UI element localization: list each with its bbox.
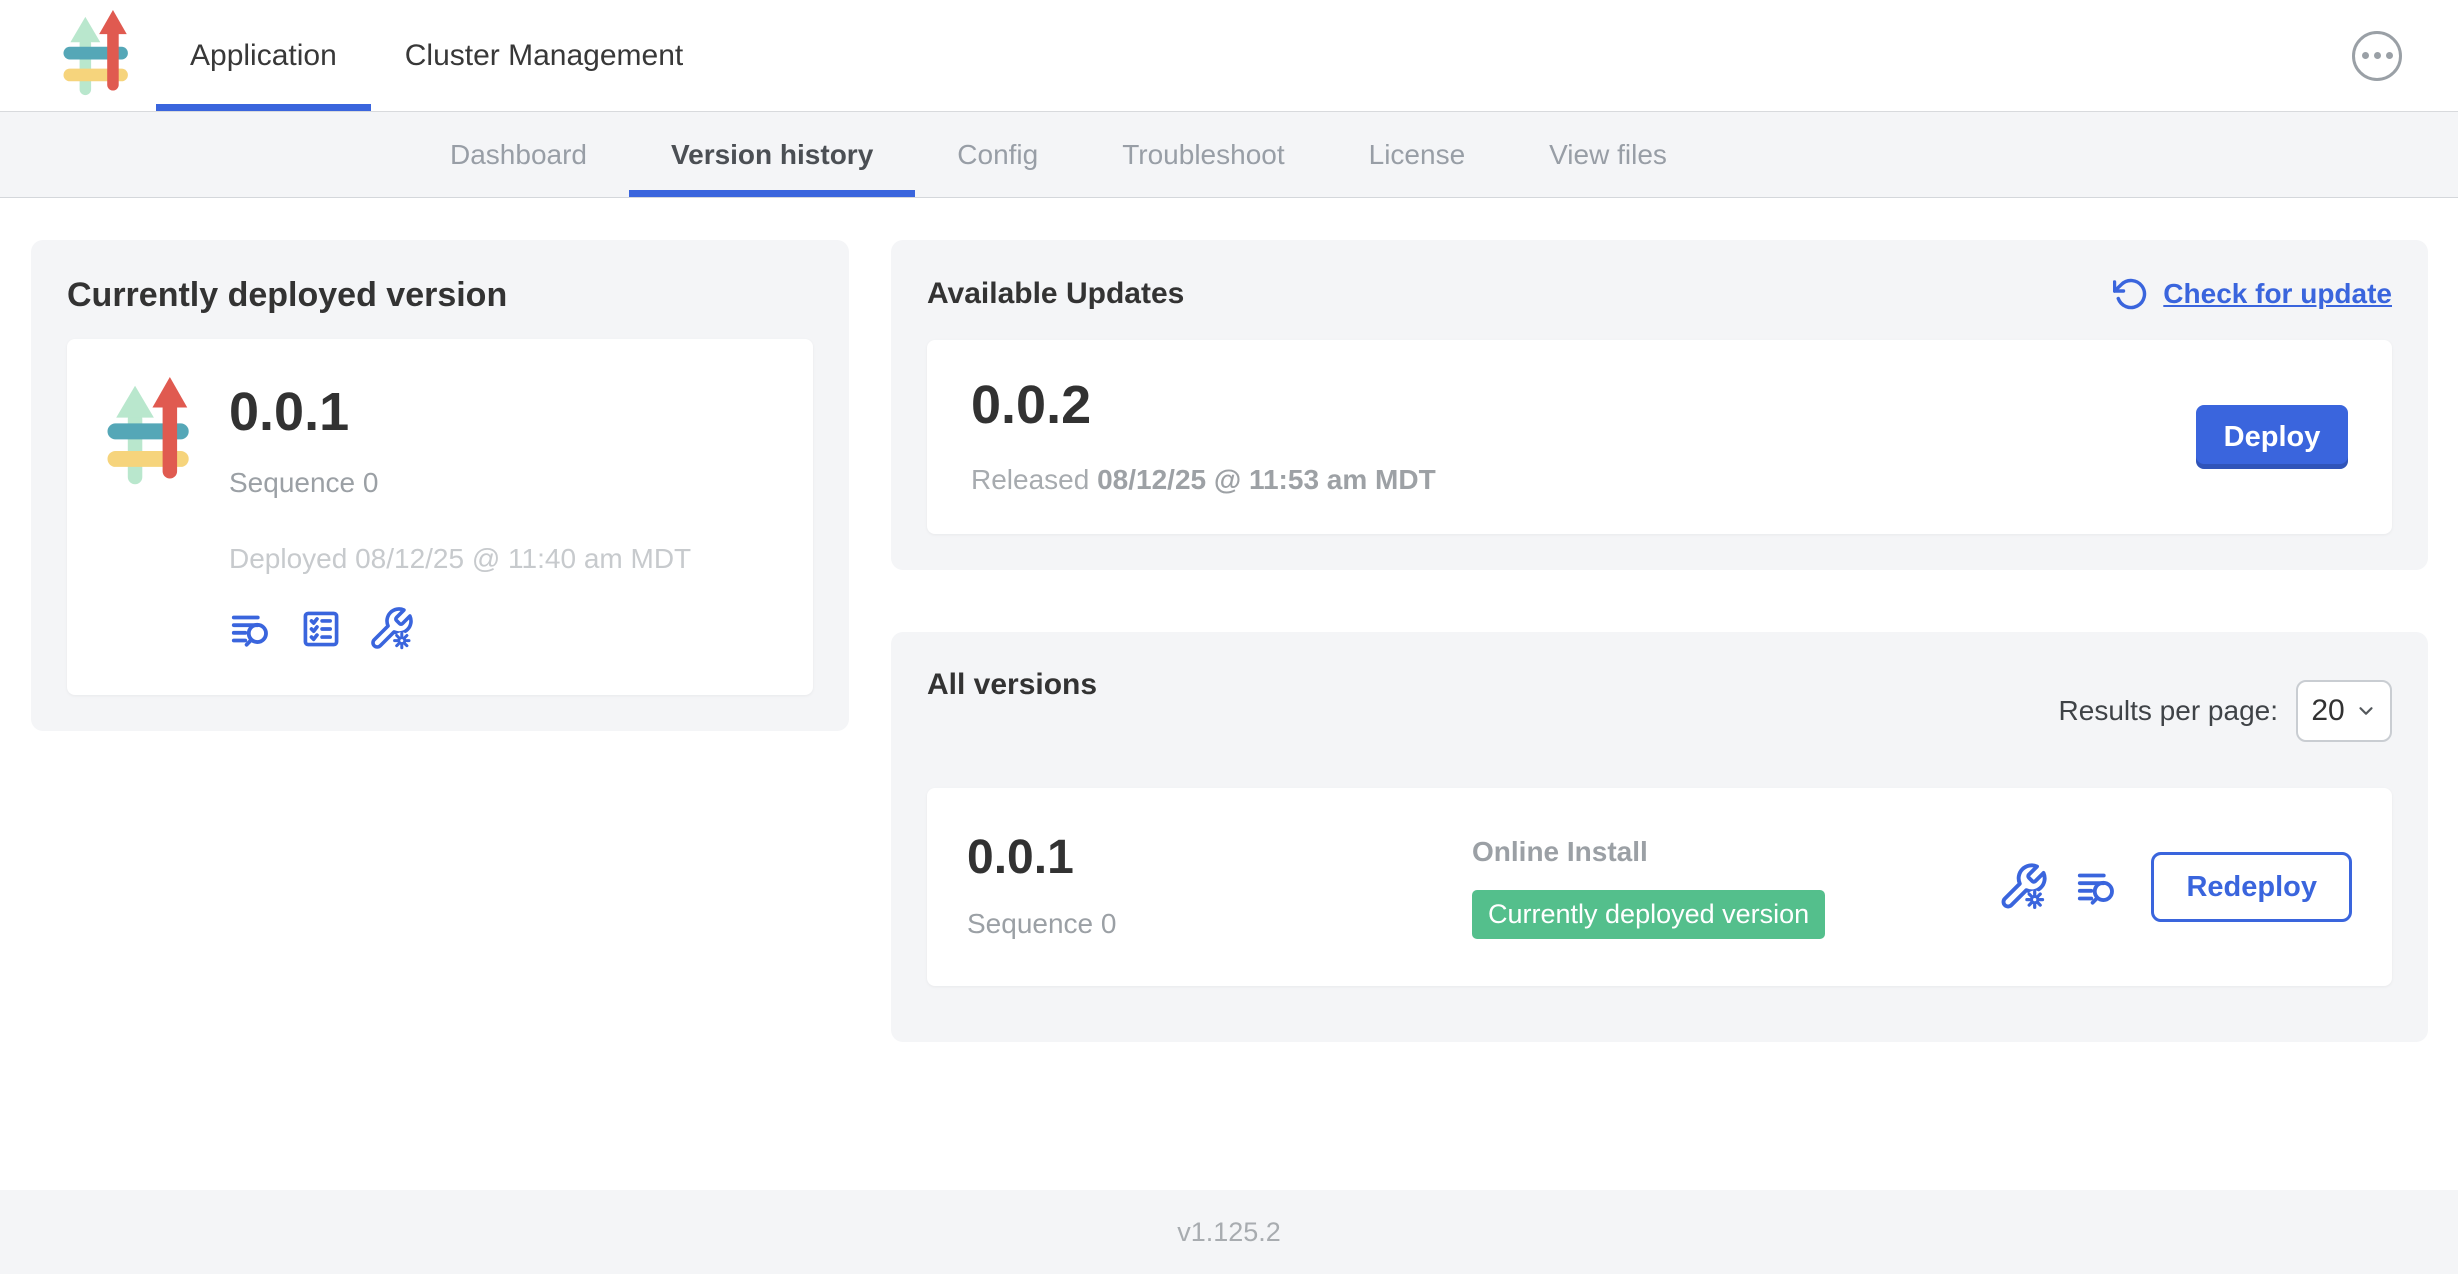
all-versions-title: All versions xyxy=(927,668,1097,702)
currently-deployed-card: Currently deployed version 0.0.1 Sequenc… xyxy=(31,240,849,731)
top-tab-cluster-management[interactable]: Cluster Management xyxy=(371,0,717,111)
tab-dashboard[interactable]: Dashboard xyxy=(408,112,629,197)
deployed-timestamp: Deployed 08/12/25 @ 11:40 am MDT xyxy=(229,543,691,575)
tab-config[interactable]: Config xyxy=(915,112,1080,197)
app-sub-nav: Dashboard Version history Config Trouble… xyxy=(0,112,2458,198)
app-logo-icon xyxy=(103,377,199,653)
edit-config-icon[interactable] xyxy=(367,605,415,653)
app-logo-icon xyxy=(61,10,135,102)
released-prefix: Released xyxy=(971,464,1089,495)
released-date: 08/12/25 @ 11:53 am MDT xyxy=(1097,464,1436,495)
results-per-page-value: 20 xyxy=(2311,694,2344,728)
install-type-label: Online Install xyxy=(1472,836,1997,868)
console-version-label: v1.125.2 xyxy=(1177,1217,1281,1248)
redeploy-button[interactable]: Redeploy xyxy=(2151,852,2352,922)
all-versions-card: All versions Results per page: 20 xyxy=(891,632,2428,1042)
deploy-button[interactable]: Deploy xyxy=(2196,405,2348,469)
update-info: 0.0.2 Released 08/12/25 @ 11:53 am MDT xyxy=(971,378,1436,496)
edit-config-icon[interactable] xyxy=(1997,861,2049,913)
deployed-sequence: Sequence 0 xyxy=(229,467,691,499)
tab-version-history[interactable]: Version history xyxy=(629,112,915,197)
results-per-page-select[interactable]: 20 xyxy=(2296,680,2392,742)
app-logo xyxy=(58,0,138,111)
tab-license[interactable]: License xyxy=(1327,112,1508,197)
update-released-timestamp: Released 08/12/25 @ 11:53 am MDT xyxy=(971,464,1436,496)
release-notes-icon[interactable] xyxy=(229,606,275,652)
results-per-page-label: Results per page: xyxy=(2059,695,2278,727)
deployed-version-card: 0.0.1 Sequence 0 Deployed 08/12/25 @ 11:… xyxy=(67,339,813,695)
row-sequence: Sequence 0 xyxy=(967,908,1472,940)
check-for-update-link[interactable]: Check for update xyxy=(2113,276,2392,312)
deployed-version-number: 0.0.1 xyxy=(229,385,691,439)
available-updates-card: Available Updates Check for update 0.0.2 xyxy=(891,240,2428,570)
version-row: 0.0.1 Sequence 0 Online Install Currentl… xyxy=(927,788,2392,986)
ellipsis-icon xyxy=(2362,52,2393,59)
version-row-status: Online Install Currently deployed versio… xyxy=(1472,836,1997,939)
currently-deployed-badge: Currently deployed version xyxy=(1472,890,1825,939)
tab-troubleshoot[interactable]: Troubleshoot xyxy=(1080,112,1326,197)
preflight-checks-icon[interactable] xyxy=(299,607,343,651)
available-updates-title: Available Updates xyxy=(927,277,1184,311)
top-tab-application[interactable]: Application xyxy=(156,0,371,111)
deployed-version-actions xyxy=(229,605,691,653)
check-for-update-label: Check for update xyxy=(2163,278,2392,310)
update-version-number: 0.0.2 xyxy=(971,378,1436,432)
update-row: 0.0.2 Released 08/12/25 @ 11:53 am MDT D… xyxy=(927,340,2392,534)
results-per-page: Results per page: 20 xyxy=(2059,680,2392,742)
footer: v1.125.2 xyxy=(0,1190,2458,1274)
tab-view-files[interactable]: View files xyxy=(1507,112,1709,197)
main-content: Currently deployed version 0.0.1 Sequenc… xyxy=(0,198,2458,1190)
release-notes-icon[interactable] xyxy=(2075,864,2121,910)
version-row-info: 0.0.1 Sequence 0 xyxy=(967,834,1472,940)
top-tab-bar: Application Cluster Management xyxy=(156,0,717,111)
chevron-down-icon xyxy=(2355,700,2377,722)
right-column: Available Updates Check for update 0.0.2 xyxy=(891,240,2428,1042)
row-version-number: 0.0.1 xyxy=(967,834,1472,882)
deployed-version-info: 0.0.1 Sequence 0 Deployed 08/12/25 @ 11:… xyxy=(229,377,691,653)
top-nav-spacer xyxy=(717,0,2352,111)
currently-deployed-title: Currently deployed version xyxy=(67,276,813,315)
ellipsis-menu-button[interactable] xyxy=(2352,31,2402,81)
version-row-actions: Redeploy xyxy=(1997,852,2352,922)
refresh-icon xyxy=(2113,276,2149,312)
top-nav: Application Cluster Management xyxy=(0,0,2458,112)
